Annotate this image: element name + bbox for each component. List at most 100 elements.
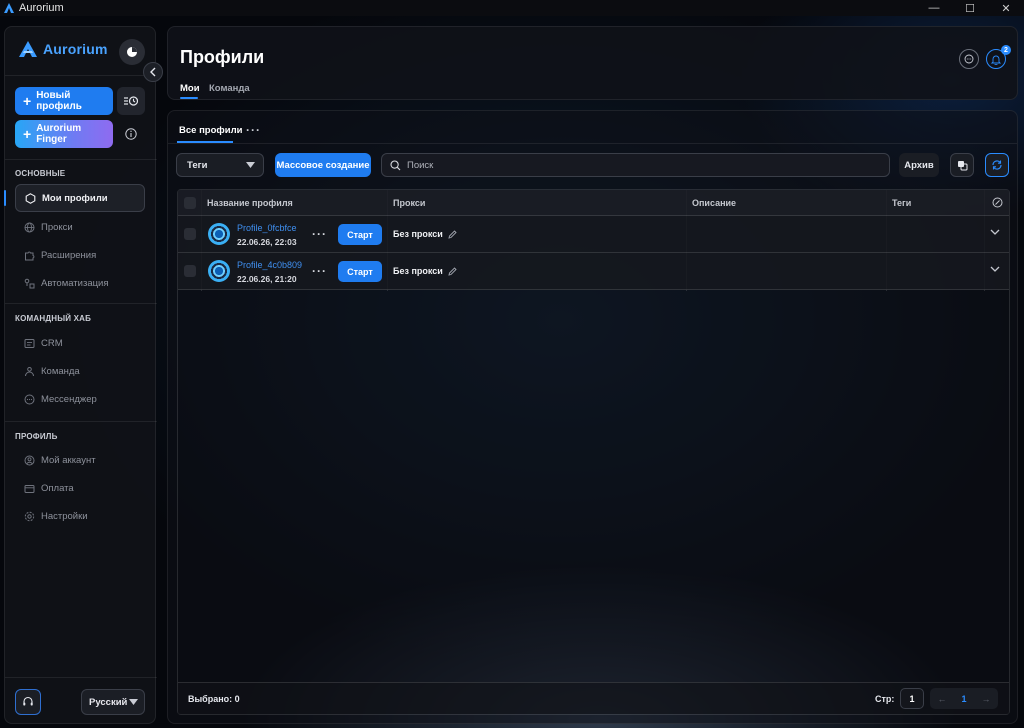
section-title-main: ОСНОВНЫЕ [15,169,66,178]
edit-columns-icon[interactable] [992,197,1003,208]
theme-toggle-button[interactable] [119,39,145,65]
current-page[interactable]: 1 [961,694,966,704]
globe-icon [24,222,35,232]
chevron-down-icon[interactable] [990,229,1000,236]
column-header-description[interactable]: Описание [692,198,736,208]
brand-name: Aurorium [43,41,108,57]
sidebar-item-my-profiles[interactable]: Мои профили [15,184,145,212]
selected-count: Выбрано: 0 [188,694,240,704]
sidebar-item-payment[interactable]: Оплата [15,474,145,502]
table-row[interactable]: Profile_4c0b809 22.06.26, 21:20 ··· Стар… [178,253,1009,290]
collapse-sidebar-button[interactable] [143,62,163,82]
subtab-divider [168,143,1017,144]
search-input[interactable] [407,159,867,171]
section-title-profile: ПРОФИЛЬ [15,432,58,441]
sidebar-item-label: Оплата [41,482,74,494]
headset-icon [23,696,33,706]
sidebar-item-label: Мои профили [42,192,108,204]
sidebar-item-proxy[interactable]: Прокси [15,213,145,241]
mass-create-button[interactable]: Массовое создание [275,153,371,177]
select-all-checkbox[interactable] [184,197,196,209]
close-button[interactable]: ✕ [988,0,1024,16]
new-profile-label: Новый профиль [36,90,82,112]
sidebar-divider [5,159,157,160]
sidebar-item-label: CRM [41,337,63,349]
sidebar-item-crm[interactable]: CRM [15,329,145,357]
messages-button[interactable] [959,49,979,69]
prev-page-button[interactable]: ← [937,694,946,704]
column-header-proxy[interactable]: Прокси [393,198,425,208]
sidebar-item-settings[interactable]: Настройки [15,502,145,530]
sidebar-item-team[interactable]: Команда [15,357,145,385]
tab-my[interactable]: Мои [180,83,200,94]
sidebar-item-my-account[interactable]: Мой аккаунт [15,446,145,474]
window-titlebar: Aurorium — ☐ ✕ [0,0,1024,16]
caret-down-icon [129,699,138,705]
pencil-icon[interactable] [448,266,457,276]
team-icon [25,366,34,376]
sidebar-divider [5,303,157,304]
wallet-icon [24,484,35,493]
crm-icon [24,338,35,348]
bell-icon [991,55,1001,65]
start-button[interactable]: Старт [338,224,382,245]
window-app: Aurorium [0,2,64,14]
hexagon-icon [25,192,36,204]
window-title: Aurorium [19,2,64,14]
language-select[interactable]: Русский [81,689,145,715]
more-tabs-button[interactable]: ··· [246,123,261,137]
archive-button[interactable]: Архив [899,153,939,177]
active-indicator [4,190,6,206]
tags-filter-select[interactable]: Теги [176,153,264,177]
refresh-icon [992,160,1002,170]
tab-team[interactable]: Команда [209,83,250,94]
sidebar-item-label: Расширения [41,249,97,261]
section-title-team-hub: КОМАНДНЫЙ ХАБ [15,314,92,323]
brand: Aurorium [19,41,108,57]
proxy-cell: Без прокси [393,266,457,276]
row-checkbox[interactable] [184,228,196,240]
table-row[interactable]: Profile_0fcbfce 22.06.26, 22:03 ··· Стар… [178,216,1009,253]
tab-underline [180,97,198,99]
history-icon [124,96,138,106]
plus-icon: + [23,93,32,109]
page-input[interactable]: 1 [900,688,924,709]
sidebar-divider [5,75,157,76]
chevron-down-icon[interactable] [990,266,1000,273]
column-header-name[interactable]: Название профиля [207,198,293,208]
minimize-button[interactable]: — [916,0,952,16]
profile-avatar [208,223,230,245]
info-button[interactable] [117,120,145,148]
maximize-button[interactable]: ☐ [952,0,988,16]
copy-icon [957,160,967,170]
sidebar-item-extensions[interactable]: Расширения [15,241,145,269]
row-checkbox[interactable] [184,265,196,277]
chat-icon [964,54,974,64]
profile-avatar [208,260,230,282]
search-field[interactable] [381,153,890,177]
column-header-tags[interactable]: Теги [892,198,911,208]
sidebar-item-automation[interactable]: Автоматизация [15,269,145,297]
profile-date: 22.06.26, 22:03 [237,237,297,247]
row-more-button[interactable]: ··· [312,264,327,278]
pencil-icon[interactable] [448,229,457,239]
row-more-button[interactable]: ··· [312,227,327,241]
copy-button[interactable] [950,153,974,177]
refresh-button[interactable] [985,153,1009,177]
profile-name-link[interactable]: Profile_0fcbfce [237,223,297,233]
new-profile-button[interactable]: + Новый профиль [15,87,113,115]
next-page-button[interactable]: → [981,694,990,704]
info-icon [125,128,137,140]
profile-name-link[interactable]: Profile_4c0b809 [237,260,302,270]
gear-icon [24,511,35,521]
proxy-cell: Без прокси [393,229,457,239]
tab-all-profiles[interactable]: Все профили [179,125,242,136]
support-button[interactable] [15,689,41,715]
sidebar-item-messenger[interactable]: Мессенджер [15,385,145,413]
start-button[interactable]: Старт [338,261,382,282]
sidebar-item-label: Команда [41,365,80,377]
notification-badge: 2 [1001,45,1011,55]
sidebar: Aurorium + Новый профиль + Aurorium Fing… [4,26,157,724]
aurorium-finger-button[interactable]: + Aurorium Finger [15,120,113,148]
history-button[interactable] [117,87,145,115]
